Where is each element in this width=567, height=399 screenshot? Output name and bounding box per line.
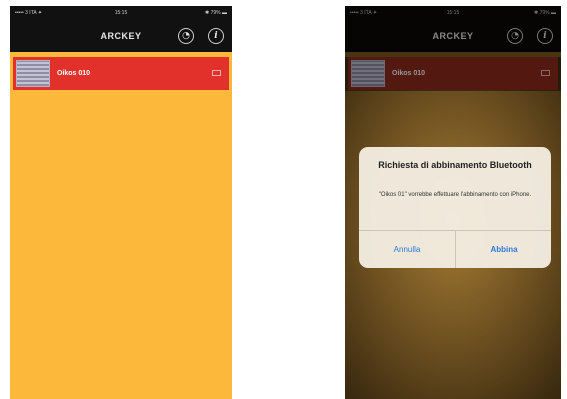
device-thumbnail-icon <box>16 60 50 87</box>
app-title: ARCKEY <box>100 31 142 41</box>
device-name: Oikos 010 <box>57 70 91 77</box>
antenna-signal-icon[interactable]: ◔ <box>178 28 194 44</box>
device-list-item[interactable]: Oikos 010 <box>13 57 229 90</box>
clock-label: 15:15 <box>114 10 128 16</box>
phone-screen-device-list: ••••• 3 ITA ✦ 15:15 ✱ 79% ▬ ARCKEY ◔ i O… <box>10 6 232 399</box>
modal-dim-overlay <box>345 6 561 91</box>
info-icon[interactable]: i <box>208 28 224 44</box>
alert-title: Richiesta di abbinamento Bluetooth <box>378 160 532 170</box>
battery-icon <box>212 70 221 76</box>
status-bar: ••••• 3 ITA ✦ 15:15 ✱ 79% ▬ <box>10 6 232 20</box>
battery-status-label: ✱ 79% ▬ <box>205 10 227 16</box>
alert-message: "Oikos 01" vorrebbe effettuare l'abbinam… <box>378 192 532 198</box>
navigation-bar: ARCKEY ◔ i <box>10 20 232 52</box>
bluetooth-pairing-alert: Richiesta di abbinamento Bluetooth "Oiko… <box>359 147 551 268</box>
phone-screen-pairing-alert: ••••• 3 ITA ✦ 15:15 ✱ 79% ▬ ARCKEY ◔ i O… <box>345 6 561 399</box>
pair-button[interactable]: Abbina <box>456 231 551 268</box>
cancel-button[interactable]: Annulla <box>359 231 455 268</box>
